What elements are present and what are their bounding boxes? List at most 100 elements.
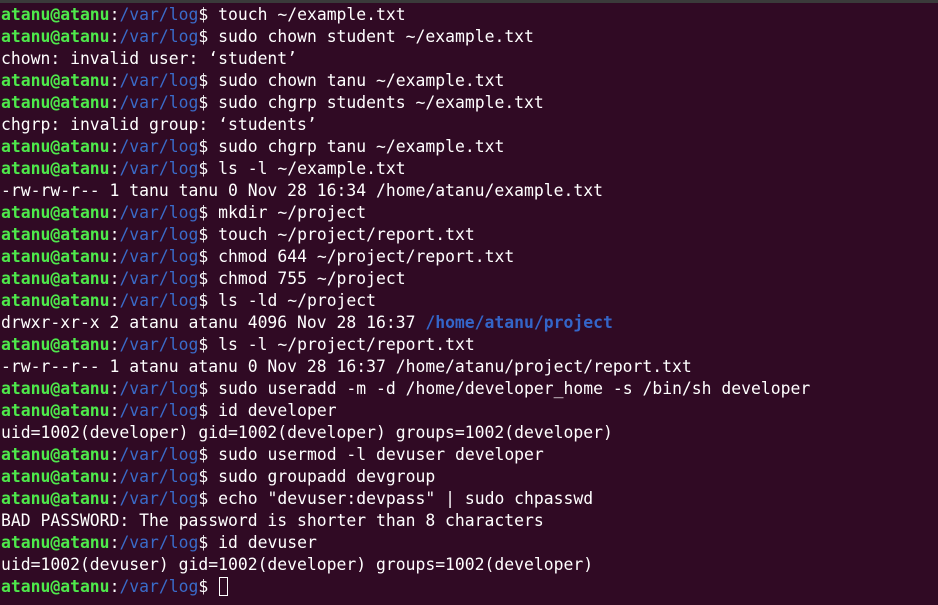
prompt-user-host: atanu@atanu — [1, 225, 110, 244]
prompt-symbol: $ — [198, 291, 219, 310]
prompt-user-host: atanu@atanu — [1, 379, 110, 398]
prompt-path: /var/log — [119, 203, 199, 222]
prompt-separator: : — [109, 93, 120, 112]
prompt-user-host: atanu@atanu — [1, 291, 110, 310]
command-line: atanu@atanu:/var/log$ chmod 644 ~/projec… — [1, 246, 938, 268]
command-line: atanu@atanu:/var/log$ sudo chown tanu ~/… — [1, 70, 938, 92]
command-line: atanu@atanu:/var/log$ echo "devuser:devp… — [1, 488, 938, 510]
prompt-user-host: atanu@atanu — [1, 5, 110, 24]
prompt-user-host: atanu@atanu — [1, 247, 110, 266]
prompt-path: /var/log — [119, 577, 199, 596]
prompt-user-host: atanu@atanu — [1, 401, 110, 420]
command-text: touch ~/example.txt — [218, 5, 406, 24]
prompt-separator: : — [109, 5, 120, 24]
command-line: atanu@atanu:/var/log$ sudo chown student… — [1, 26, 938, 48]
prompt-symbol: $ — [198, 71, 219, 90]
prompt-symbol: $ — [198, 27, 219, 46]
command-text: sudo chgrp students ~/example.txt — [218, 93, 544, 112]
output-line: BAD PASSWORD: The password is shorter th… — [1, 510, 938, 532]
command-text: sudo chgrp tanu ~/example.txt — [218, 137, 505, 156]
prompt-symbol: $ — [198, 93, 219, 112]
command-text: ls -l ~/project/report.txt — [218, 335, 475, 354]
prompt-symbol: $ — [198, 445, 219, 464]
terminal-output[interactable]: atanu@atanu:/var/log$ touch ~/example.tx… — [1, 4, 938, 598]
prompt-user-host: atanu@atanu — [1, 137, 110, 156]
command-line: atanu@atanu:/var/log$ mkdir ~/project — [1, 202, 938, 224]
command-line: atanu@atanu:/var/log$ id developer — [1, 400, 938, 422]
prompt-symbol: $ — [198, 533, 219, 552]
prompt-path: /var/log — [119, 225, 199, 244]
command-line: atanu@atanu:/var/log$ touch ~/project/re… — [1, 224, 938, 246]
prompt-symbol: $ — [198, 401, 219, 420]
command-text: sudo usermod -l devuser developer — [218, 445, 544, 464]
command-line: atanu@atanu:/var/log$ — [1, 576, 938, 598]
prompt-symbol: $ — [198, 137, 219, 156]
command-line: atanu@atanu:/var/log$ touch ~/example.tx… — [1, 4, 938, 26]
command-line: atanu@atanu:/var/log$ sudo useradd -m -d… — [1, 378, 938, 400]
prompt-path: /var/log — [119, 401, 199, 420]
prompt-path: /var/log — [119, 247, 199, 266]
prompt-separator: : — [109, 335, 120, 354]
command-line: atanu@atanu:/var/log$ sudo groupadd devg… — [1, 466, 938, 488]
prompt-path: /var/log — [119, 335, 199, 354]
output-line: drwxr-xr-x 2 atanu atanu 4096 Nov 28 16:… — [1, 312, 938, 334]
prompt-symbol: $ — [198, 269, 219, 288]
output-line: chown: invalid user: ‘student’ — [1, 48, 938, 70]
command-text: chmod 755 ~/project — [218, 269, 406, 288]
terminal-cursor[interactable] — [219, 577, 229, 596]
prompt-user-host: atanu@atanu — [1, 489, 110, 508]
prompt-user-host: atanu@atanu — [1, 533, 110, 552]
prompt-separator: : — [109, 401, 120, 420]
output-line: chgrp: invalid group: ‘students’ — [1, 114, 938, 136]
prompt-path: /var/log — [119, 159, 199, 178]
prompt-symbol: $ — [198, 379, 219, 398]
prompt-separator: : — [109, 27, 120, 46]
output-line: uid=1002(devuser) gid=1002(developer) gr… — [1, 554, 938, 576]
prompt-path: /var/log — [119, 533, 199, 552]
prompt-separator: : — [109, 137, 120, 156]
prompt-symbol: $ — [198, 225, 219, 244]
command-line: atanu@atanu:/var/log$ ls -ld ~/project — [1, 290, 938, 312]
prompt-path: /var/log — [119, 137, 199, 156]
prompt-user-host: atanu@atanu — [1, 203, 110, 222]
prompt-symbol: $ — [198, 467, 219, 486]
command-line: atanu@atanu:/var/log$ sudo usermod -l de… — [1, 444, 938, 466]
prompt-separator: : — [109, 159, 120, 178]
output-text: uid=1002(devuser) gid=1002(developer) gr… — [1, 555, 594, 574]
prompt-separator: : — [109, 445, 120, 464]
command-line: atanu@atanu:/var/log$ id devuser — [1, 532, 938, 554]
command-line: atanu@atanu:/var/log$ chmod 755 ~/projec… — [1, 268, 938, 290]
output-text: -rw-r--r-- 1 atanu atanu 0 Nov 28 16:37 … — [1, 357, 692, 376]
terminal-window[interactable]: atanu@atanu:/var/log$ touch ~/example.tx… — [0, 0, 938, 605]
prompt-path: /var/log — [119, 93, 199, 112]
command-line: atanu@atanu:/var/log$ sudo chgrp student… — [1, 92, 938, 114]
output-line: uid=1002(developer) gid=1002(developer) … — [1, 422, 938, 444]
prompt-path: /var/log — [119, 489, 199, 508]
prompt-symbol: $ — [198, 577, 219, 596]
command-text: sudo groupadd devgroup — [218, 467, 436, 486]
command-text: ls -l ~/example.txt — [218, 159, 406, 178]
prompt-separator: : — [109, 225, 120, 244]
prompt-separator: : — [109, 71, 120, 90]
directory-name: /home/atanu/project — [425, 313, 613, 332]
command-line: atanu@atanu:/var/log$ ls -l ~/example.tx… — [1, 158, 938, 180]
prompt-user-host: atanu@atanu — [1, 577, 110, 596]
prompt-separator: : — [109, 489, 120, 508]
prompt-separator: : — [109, 291, 120, 310]
command-text: id devuser — [218, 533, 317, 552]
output-text: chgrp: invalid group: ‘students’ — [1, 115, 317, 134]
prompt-separator: : — [109, 533, 120, 552]
prompt-path: /var/log — [119, 379, 199, 398]
command-text: sudo chown tanu ~/example.txt — [218, 71, 505, 90]
prompt-user-host: atanu@atanu — [1, 445, 110, 464]
prompt-user-host: atanu@atanu — [1, 159, 110, 178]
prompt-path: /var/log — [119, 269, 199, 288]
command-text: id developer — [218, 401, 337, 420]
prompt-symbol: $ — [198, 247, 219, 266]
prompt-path: /var/log — [119, 5, 199, 24]
output-text: -rw-rw-r-- 1 tanu tanu 0 Nov 28 16:34 /h… — [1, 181, 603, 200]
prompt-separator: : — [109, 203, 120, 222]
command-text: ls -ld ~/project — [218, 291, 377, 310]
prompt-symbol: $ — [198, 203, 219, 222]
command-text: mkdir ~/project — [218, 203, 367, 222]
